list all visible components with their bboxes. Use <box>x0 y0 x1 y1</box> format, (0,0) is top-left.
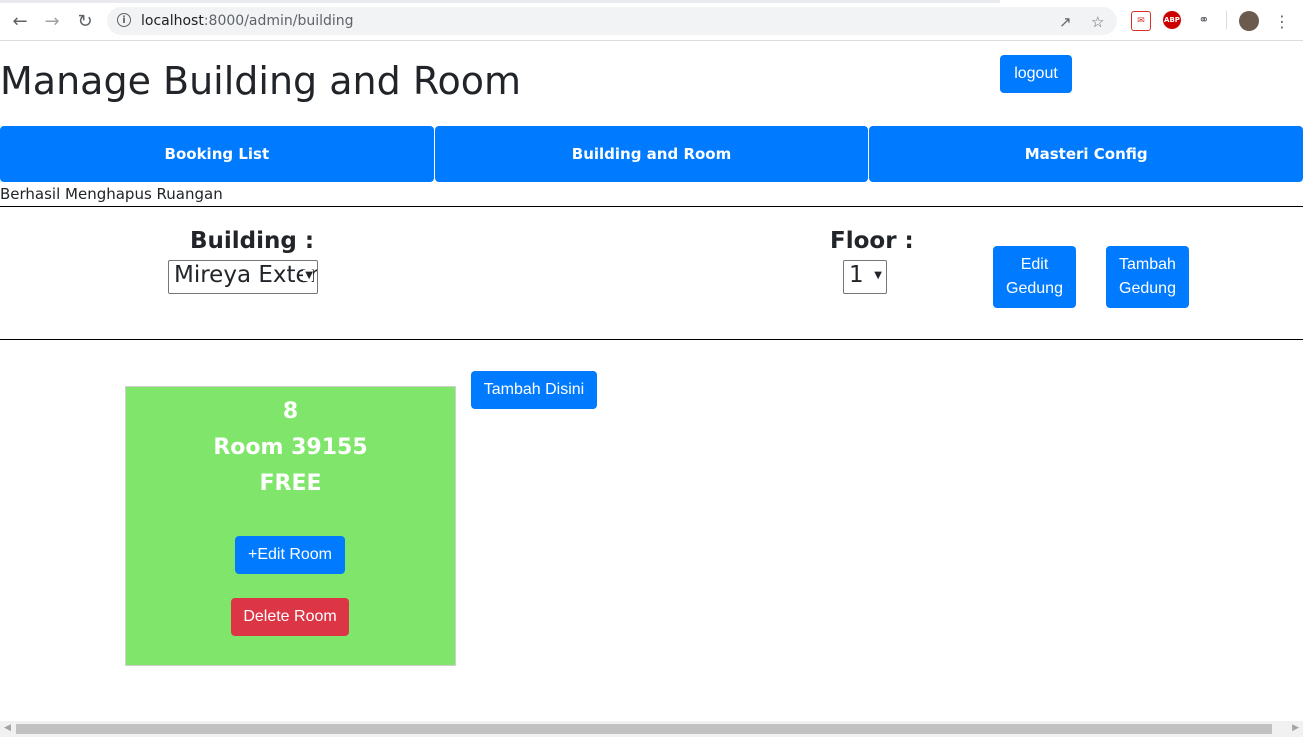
building-select-value: Mireya Exter <box>174 262 318 288</box>
room-status: FREE <box>259 471 322 496</box>
divider <box>0 339 1303 340</box>
menu-kebab-icon[interactable]: ⋮ <box>1270 9 1294 33</box>
scroll-right-arrow-icon[interactable]: ▶ <box>1292 723 1299 733</box>
edit-building-button[interactable]: Edit Gedung <box>993 246 1076 308</box>
reload-icon[interactable]: ↻ <box>73 9 97 33</box>
floor-label: Floor : <box>830 228 914 254</box>
room-name: Room 39155 <box>213 435 368 460</box>
edit-room-button[interactable]: +Edit Room <box>235 536 345 574</box>
page-title: Manage Building and Room <box>0 59 522 103</box>
nav-building-and-room[interactable]: Building and Room <box>434 126 869 182</box>
toolbar-separator <box>1226 11 1227 29</box>
main-nav: Booking List Building and Room Masteri C… <box>0 126 1303 182</box>
profile-avatar-icon[interactable] <box>1239 11 1259 31</box>
dropdown-arrow-icon: ▼ <box>872 270 882 281</box>
scrollbar-thumb[interactable] <box>16 724 1272 734</box>
floor-select[interactable]: 1 ▼ <box>843 260 887 294</box>
nav-booking-list[interactable]: Booking List <box>0 126 434 182</box>
open-external-icon[interactable]: ↗ <box>1059 13 1072 31</box>
scroll-left-arrow-icon[interactable]: ◀ <box>4 723 11 733</box>
building-select[interactable]: Mireya Exter ▼ <box>168 260 318 294</box>
nav-masteri-config[interactable]: Masteri Config <box>869 126 1303 182</box>
address-bar[interactable]: i localhost:8000/admin/building ↗ ☆ <box>107 7 1117 35</box>
delete-room-button[interactable]: Delete Room <box>231 598 349 636</box>
floor-select-value: 1 <box>849 262 864 288</box>
url-path: :8000/admin/building <box>203 13 354 29</box>
dropdown-arrow-icon: ▼ <box>303 270 313 281</box>
extension-link-icon[interactable]: ⚭ <box>1195 11 1213 29</box>
horizontal-scrollbar[interactable]: ◀ ▶ <box>0 721 1303 737</box>
back-arrow-icon[interactable]: ← <box>8 9 32 33</box>
url-text[interactable]: localhost:8000/admin/building <box>141 13 354 29</box>
browser-toolbar: ← → ↻ i localhost:8000/admin/building ↗ … <box>0 0 1303 41</box>
add-here-button[interactable]: Tambah Disini <box>471 371 597 409</box>
tab-strip-edge <box>0 0 1000 3</box>
forward-arrow-icon[interactable]: → <box>40 9 64 33</box>
flash-message: Berhasil Menghapus Ruangan <box>0 185 223 203</box>
extension-icon[interactable]: ✉ <box>1131 11 1151 31</box>
adblock-icon[interactable]: ABP <box>1163 11 1181 29</box>
bookmark-star-icon[interactable]: ☆ <box>1091 13 1104 31</box>
building-label: Building : <box>190 228 315 254</box>
url-host: localhost <box>141 13 204 29</box>
site-info-icon[interactable]: i <box>117 13 131 27</box>
room-card: 8 Room 39155 FREE +Edit Room Delete Room <box>125 386 456 666</box>
add-building-button[interactable]: Tambah Gedung <box>1106 246 1189 308</box>
divider <box>0 206 1303 207</box>
room-number: 8 <box>282 399 299 424</box>
logout-button[interactable]: logout <box>1000 55 1072 93</box>
